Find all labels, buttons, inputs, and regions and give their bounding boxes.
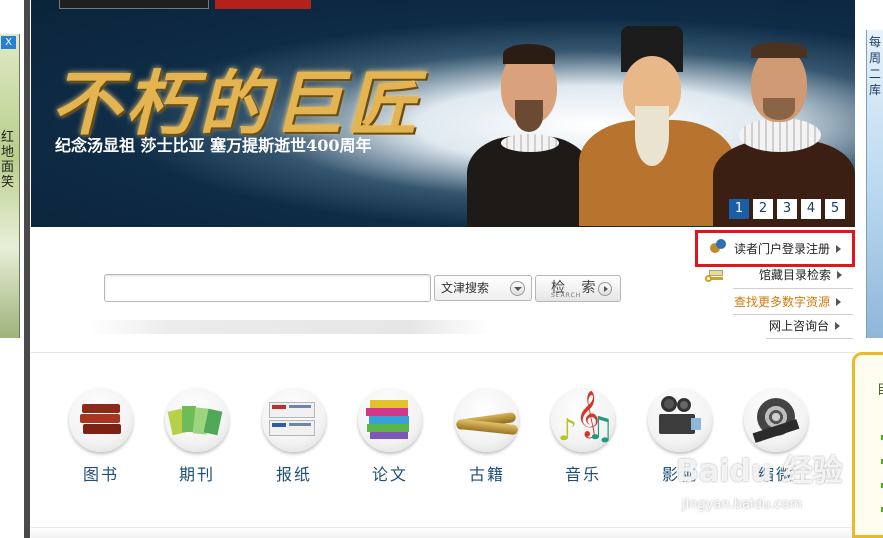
- scrolls-icon: [455, 411, 519, 436]
- category-label: 期刊: [178, 465, 215, 484]
- category-journals[interactable]: 期刊: [162, 388, 232, 488]
- search-type-select[interactable]: 文津搜索: [434, 275, 532, 301]
- banner-top-tag: [59, 0, 209, 9]
- search-shadow: [90, 320, 490, 334]
- banner-pager: 1 2 3 4 5: [729, 199, 845, 219]
- category-label: 论文: [371, 465, 408, 484]
- category-books[interactable]: 图书: [66, 388, 136, 488]
- category-label: 报纸: [275, 465, 312, 484]
- bottom-frame: [31, 527, 855, 538]
- online-consultation-link[interactable]: 网上咨询台: [769, 316, 841, 336]
- highlight-box: [695, 230, 855, 267]
- search-type-value: 文津搜索: [441, 281, 490, 295]
- more-digital-resources-link[interactable]: 查找更多数字资源: [734, 292, 842, 312]
- right-side-ad[interactable]: 每周二库: [866, 30, 883, 338]
- close-ad-icon[interactable]: X: [1, 36, 16, 49]
- play-arrow-icon: [598, 282, 612, 296]
- newspaper-icon: [269, 402, 315, 438]
- catalog-search-link[interactable]: 馆藏目录检索: [759, 265, 843, 285]
- journals-icon: [167, 406, 223, 436]
- search-input[interactable]: [104, 274, 431, 302]
- left-frame-border: [24, 0, 30, 538]
- consultation-underline: [766, 338, 853, 339]
- left-side-ad[interactable]: X 红地面笑: [0, 34, 20, 338]
- film-reel-icon: [752, 396, 800, 443]
- section-divider: [31, 352, 855, 353]
- portrait-shakespeare: [463, 36, 593, 227]
- pager-page-3[interactable]: 3: [777, 199, 797, 219]
- baidu-watermark: Baidu 经验: [676, 454, 843, 489]
- right-floating-panel[interactable]: 目: [852, 352, 883, 538]
- category-music[interactable]: ♪ 𝄞 ♫ 音乐: [548, 388, 618, 488]
- chevron-down-icon[interactable]: [510, 281, 525, 296]
- music-notes-icon: ♪ 𝄞 ♫: [558, 391, 615, 448]
- key-icon: [705, 270, 725, 284]
- film-projector-icon: [657, 396, 703, 442]
- right-panel-heading: 目: [877, 379, 883, 398]
- pager-page-4[interactable]: 4: [801, 199, 821, 219]
- category-label: 古籍: [468, 465, 505, 484]
- books-icon: [80, 404, 122, 438]
- pager-page-1[interactable]: 1: [729, 199, 749, 219]
- papers-icon: [366, 400, 412, 440]
- banner-subtitle: 纪念汤显祖 莎士比亚 塞万提斯逝世400周年: [55, 136, 372, 155]
- banner-top-red-tag: [215, 0, 311, 9]
- pager-page-5[interactable]: 5: [825, 199, 845, 219]
- category-label: 音乐: [564, 465, 601, 484]
- category-papers[interactable]: 论文: [355, 388, 425, 488]
- category-ancient-books[interactable]: 古籍: [452, 388, 522, 488]
- left-ad-text: 红地面笑: [1, 130, 15, 190]
- pager-page-2[interactable]: 2: [753, 199, 773, 219]
- category-newspapers[interactable]: 报纸: [259, 388, 329, 488]
- baidu-watermark-url: jingyan.baidu.com: [682, 497, 802, 512]
- search-button[interactable]: 检 索 SEARCH: [535, 275, 621, 302]
- catalog-search-underline: [733, 288, 853, 289]
- hero-banner[interactable]: 不朽的巨匠 纪念汤显祖 莎士比亚 塞万提斯逝世400周年 1 2 3 4 5: [31, 0, 855, 227]
- search-button-sublabel: SEARCH: [551, 292, 582, 299]
- category-label: 图书: [82, 465, 119, 484]
- digital-resources-underline: [733, 314, 853, 315]
- right-ad-text: 每周二库: [869, 35, 882, 97]
